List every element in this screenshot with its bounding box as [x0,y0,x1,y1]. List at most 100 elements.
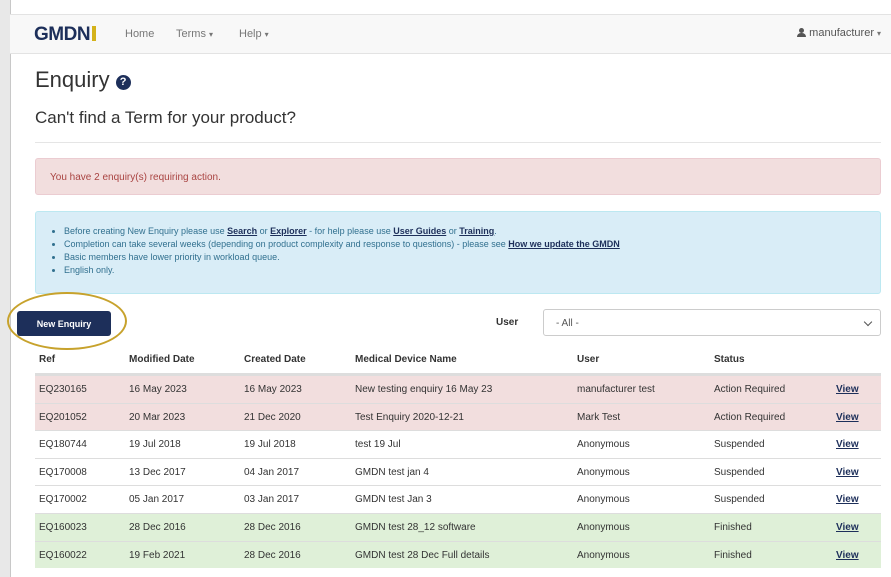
cell-status: Suspended [714,494,765,506]
nav-terms-label: Terms [176,28,206,40]
info-item: Before creating New Enquiry please use S… [64,225,620,238]
cell-user: Anonymous [577,494,630,506]
column-header-ref[interactable]: Ref [39,354,55,365]
user-filter-value: - All - [556,318,579,329]
cell-modified-date: 16 May 2023 [129,384,187,395]
action-required-alert: You have 2 enquiry(s) requiring action. [35,158,881,195]
enquiry-table: Ref Modified Date Created Date Medical D… [35,346,881,569]
view-link[interactable]: View [836,384,859,395]
navbar: GMDN Home Terms ▾ Help ▾ manufacturer ▾ [10,14,891,54]
nav-terms[interactable]: Terms ▾ [176,28,213,40]
cell-user: Anonymous [577,549,630,561]
cell-ref: EQ160023 [39,521,87,533]
nav-help[interactable]: Help ▾ [239,28,269,40]
cell-modified-date: 28 Dec 2016 [129,521,186,533]
table-body: EQ230165 16 May 2023 16 May 2023 New testin… [35,375,881,569]
view-link[interactable]: View [836,522,859,533]
info-text: or [257,226,271,236]
view-link[interactable]: View [836,494,859,505]
how-we-update-link[interactable]: How we update the GMDN [508,239,620,249]
cell-status: Finished [714,549,752,561]
user-guides-link[interactable]: User Guides [393,226,446,236]
column-header-created[interactable]: Created Date [244,354,306,365]
info-text: Completion can take several weeks (depen… [64,239,509,249]
cell-ref: EQ160022 [39,549,87,561]
cell-created-date: 28 Dec 2016 [244,521,301,533]
nav-home-label: Home [125,28,155,40]
cell-user: Anonymous [577,521,630,533]
cell-created-date: 19 Jul 2018 [244,439,296,451]
table-row: EQ160023 28 Dec 2016 28 Dec 2016 GMDN test … [35,512,881,541]
training-link[interactable]: Training [459,226,494,236]
column-header-user[interactable]: User [577,354,599,365]
cell-status: Suspended [714,439,765,451]
view-link[interactable]: View [836,412,859,423]
cell-device-name: test 19 Jul [355,439,401,451]
table-row: EQ170002 05 Jan 2017 03 Jan 2017 GMDN test … [35,485,881,513]
cell-device-name: Test Enquiry 2020-12-21 [355,411,464,423]
info-item: Basic members have lower priority in wor… [64,251,620,264]
table-header: Ref Modified Date Created Date Medical D… [35,346,881,375]
cell-created-date: 28 Dec 2016 [244,549,301,561]
user-filter-select[interactable]: - All - [543,309,881,336]
cell-modified-date: 20 Mar 2023 [129,411,186,423]
new-enquiry-button[interactable]: New Enquiry [17,311,111,336]
cell-status: Action Required [714,384,786,395]
cell-ref: EQ170002 [39,494,87,506]
cell-status: Finished [714,521,752,533]
cell-status: Suspended [714,466,765,478]
question-circle-icon[interactable]: ? [115,75,131,90]
page-title-text: Enquiry [35,67,110,92]
nav-home[interactable]: Home [125,28,154,40]
cell-ref: EQ180744 [39,439,87,451]
info-list: Before creating New Enquiry please use S… [64,225,620,277]
cell-device-name: GMDN test 28_12 software [355,521,476,533]
view-link[interactable]: View [836,439,859,450]
nav-help-label: Help [239,28,262,40]
info-text: Basic members have lower priority in wor… [64,252,280,262]
table-row: EQ230165 16 May 2023 16 May 2023 New testin… [35,375,881,403]
caret-down-icon: ▾ [264,30,269,39]
table-row: EQ170008 13 Dec 2017 04 Jan 2017 GMDN test … [35,457,881,486]
column-header-device-name[interactable]: Medical Device Name [355,354,457,365]
explorer-link[interactable]: Explorer [270,226,307,236]
info-item: English only. [64,264,620,277]
info-text: - for help please use [306,226,394,236]
info-text: . [494,226,497,236]
cell-created-date: 04 Jan 2017 [244,466,300,478]
view-link[interactable]: View [836,550,859,561]
cell-ref: EQ170008 [39,466,87,478]
table-row: EQ180744 19 Jul 2018 19 Jul 2018 test 19 Ju… [35,430,881,458]
info-text: English only. [64,265,115,275]
column-header-status[interactable]: Status [714,354,745,365]
column-header-modified[interactable]: Modified Date [129,354,195,365]
user-menu[interactable]: manufacturer ▾ [797,27,881,39]
caret-down-icon: ▾ [208,30,213,39]
cell-modified-date: 13 Dec 2017 [129,466,186,478]
cell-created-date: 03 Jan 2017 [244,494,300,506]
cell-device-name: New testing enquiry 16 May 23 [355,384,493,395]
cell-user: Mark Test [577,411,621,423]
caret-down-icon: ▾ [876,29,881,38]
brand-text: GMDN [34,24,91,45]
cell-created-date: 16 May 2023 [244,384,302,395]
brand-logo[interactable]: GMDN [34,24,97,46]
user-filter-label: User [496,317,519,328]
page-title: Enquiry? [35,67,131,93]
info-alert: Before creating New Enquiry please use S… [35,211,881,294]
info-text: or [446,226,460,236]
cell-device-name: GMDN test Jan 3 [355,494,432,506]
cell-ref: EQ230165 [39,384,87,395]
search-link[interactable]: Search [227,226,257,236]
cell-ref: EQ201052 [39,411,87,423]
cell-modified-date: 19 Feb 2021 [129,549,186,561]
page-subtitle: Can't find a Term for your product? [35,108,296,127]
cell-modified-date: 05 Jan 2017 [129,494,185,506]
user-menu-label: manufacturer [809,27,874,39]
view-link[interactable]: View [836,467,859,478]
info-item: Completion can take several weeks (depen… [64,238,620,251]
cell-device-name: GMDN test jan 4 [355,466,429,478]
cell-created-date: 21 Dec 2020 [244,411,301,423]
brand-mark-icon [92,26,97,41]
table-row: EQ201052 20 Mar 2023 21 Dec 2020 Test Enqui… [35,402,881,431]
